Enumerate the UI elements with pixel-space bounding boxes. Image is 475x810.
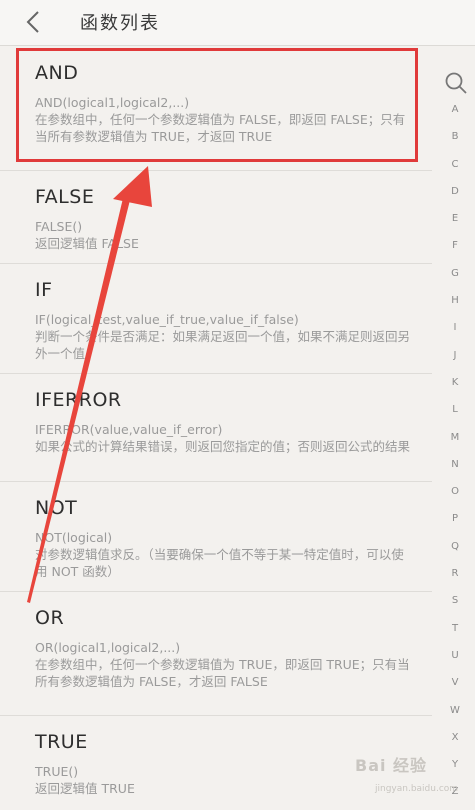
- function-syntax: OR(logical1,logical2,...): [35, 640, 181, 655]
- index-letter[interactable]: A: [443, 96, 467, 123]
- list-item[interactable]: NOT NOT(logical) 对参数逻辑值求反。（当要确保一个值不等于某一特…: [0, 482, 432, 592]
- list-item[interactable]: AND AND(logical1,logical2,...) 在参数组中，任何一…: [0, 47, 432, 171]
- function-syntax: IFERROR(value,value_if_error): [35, 422, 223, 437]
- function-description: 在参数组中，任何一个参数逻辑值为 FALSE，即返回 FALSE；只有当所有参数…: [35, 112, 406, 144]
- list-item[interactable]: IFERROR IFERROR(value,value_if_error) 如果…: [0, 374, 432, 482]
- index-letter[interactable]: W: [443, 697, 467, 724]
- index-letter[interactable]: K: [443, 369, 467, 396]
- function-description: 判断一个条件是否满足：如果满足返回一个值，如果不满足则返回另外一个值: [35, 329, 411, 361]
- index-letter[interactable]: C: [443, 151, 467, 178]
- function-name: OR: [35, 607, 65, 629]
- search-button[interactable]: [443, 70, 469, 96]
- index-letter[interactable]: E: [443, 205, 467, 232]
- index-letter[interactable]: B: [443, 123, 467, 150]
- back-button[interactable]: [18, 6, 48, 38]
- index-letter[interactable]: F: [443, 232, 467, 259]
- watermark-url: jingyan.baidu.com: [375, 784, 459, 794]
- search-icon: [445, 72, 467, 94]
- function-name: IFERROR: [35, 389, 122, 411]
- index-letter[interactable]: M: [443, 424, 467, 451]
- function-name: FALSE: [35, 186, 95, 208]
- index-letter[interactable]: R: [443, 560, 467, 587]
- function-description: 返回逻辑值 FALSE: [35, 236, 139, 251]
- index-letter[interactable]: G: [443, 260, 467, 287]
- function-name: IF: [35, 279, 53, 301]
- function-list: AND AND(logical1,logical2,...) 在参数组中，任何一…: [0, 47, 432, 810]
- function-syntax: IF(logical_test,value_if_true,value_if_f…: [35, 312, 299, 327]
- index-letter[interactable]: L: [443, 396, 467, 423]
- alphabet-index[interactable]: A B C D E F G H I J K L M N O P Q R S T …: [443, 96, 467, 806]
- header-bar: 函数列表: [0, 0, 475, 46]
- index-letter[interactable]: P: [443, 505, 467, 532]
- function-syntax: AND(logical1,logical2,...): [35, 95, 190, 110]
- function-description: 返回逻辑值 TRUE: [35, 781, 135, 796]
- list-item[interactable]: FALSE FALSE() 返回逻辑值 FALSE: [0, 171, 432, 264]
- function-syntax: NOT(logical): [35, 530, 113, 545]
- index-letter[interactable]: D: [443, 178, 467, 205]
- index-letter[interactable]: X: [443, 724, 467, 751]
- function-description: 如果公式的计算结果错误，则返回您指定的值；否则返回公式的结果: [35, 439, 411, 454]
- function-name: NOT: [35, 497, 78, 519]
- index-letter[interactable]: N: [443, 451, 467, 478]
- function-description: 对参数逻辑值求反。（当要确保一个值不等于某一特定值时，可以使用 NOT 函数）: [35, 547, 404, 579]
- page-title: 函数列表: [80, 13, 160, 34]
- index-letter[interactable]: V: [443, 669, 467, 696]
- index-letter[interactable]: J: [443, 342, 467, 369]
- index-letter[interactable]: O: [443, 478, 467, 505]
- index-letter[interactable]: S: [443, 587, 467, 614]
- index-letter[interactable]: Y: [443, 751, 467, 778]
- chevron-left-icon: [26, 11, 39, 33]
- index-letter[interactable]: T: [443, 615, 467, 642]
- function-description: 在参数组中，任何一个参数逻辑值为 TRUE，即返回 TRUE；只有当所有参数逻辑…: [35, 657, 410, 689]
- index-letter[interactable]: I: [443, 314, 467, 341]
- watermark-logo: Bai 经验: [355, 756, 428, 775]
- index-letter[interactable]: U: [443, 642, 467, 669]
- function-name: AND: [35, 62, 79, 84]
- index-letter[interactable]: Q: [443, 533, 467, 560]
- function-syntax: FALSE(): [35, 219, 83, 234]
- function-name: TRUE: [35, 731, 88, 753]
- list-item[interactable]: OR OR(logical1,logical2,...) 在参数组中，任何一个参…: [0, 592, 432, 716]
- list-item[interactable]: IF IF(logical_test,value_if_true,value_i…: [0, 264, 432, 374]
- index-letter[interactable]: H: [443, 287, 467, 314]
